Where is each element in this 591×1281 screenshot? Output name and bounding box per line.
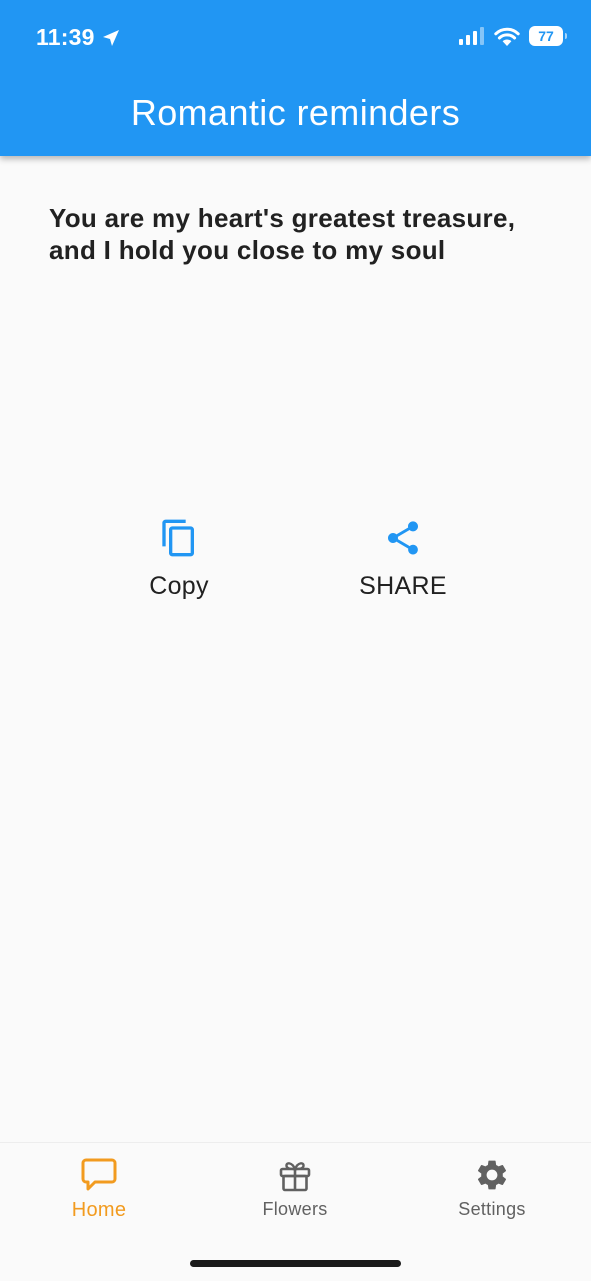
app-bar: 11:39 77 Romantic reminders	[0, 0, 591, 156]
gear-icon	[472, 1155, 512, 1195]
gift-icon	[275, 1155, 315, 1195]
copy-label: Copy	[149, 572, 209, 600]
location-arrow-icon	[102, 29, 119, 46]
battery-level: 77	[538, 28, 554, 44]
share-label: SHARE	[359, 572, 447, 600]
cellular-signal-icon	[459, 27, 484, 45]
tab-flowers-label: Flowers	[262, 1199, 328, 1219]
status-bar-indicators: 77	[459, 26, 567, 46]
share-icon	[381, 516, 425, 560]
status-bar-time: 11:39	[36, 24, 121, 51]
share-button[interactable]: SHARE	[333, 516, 473, 601]
reminder-quote: You are my heart's greatest treasure, an…	[49, 203, 516, 265]
clock-time: 11:39	[36, 24, 95, 50]
chat-bubble-icon	[79, 1155, 119, 1195]
wifi-icon	[494, 27, 520, 46]
copy-icon	[157, 516, 201, 560]
tab-settings[interactable]: Settings	[417, 1155, 567, 1220]
battery-icon: 77	[529, 26, 567, 46]
home-indicator[interactable]	[190, 1260, 401, 1267]
tab-settings-label: Settings	[458, 1199, 526, 1219]
copy-button[interactable]: Copy	[109, 516, 249, 601]
tab-home[interactable]: Home	[24, 1155, 174, 1222]
tab-flowers[interactable]: Flowers	[220, 1155, 370, 1220]
tab-home-label: Home	[71, 1199, 127, 1221]
page-title: Romantic reminders	[130, 92, 461, 133]
